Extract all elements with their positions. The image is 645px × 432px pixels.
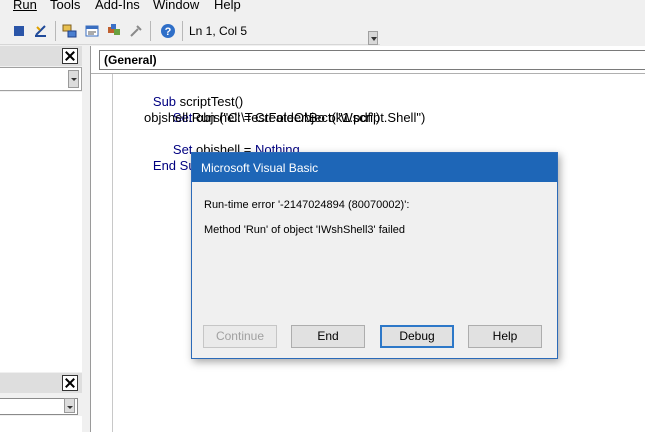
cursor-position: Ln 1, Col 5 [189,24,248,38]
chevron-down-icon[interactable] [64,398,75,413]
menu-bar: Run Tools Add-Ins Window Help [0,0,645,14]
runtime-error-dialog: Microsoft Visual Basic Run-time error '-… [191,152,558,359]
toolbar-separator [182,21,183,41]
object-browser-icon[interactable] [106,23,122,39]
project-pane-titlebar [0,46,82,66]
chevron-down-icon[interactable] [68,70,79,88]
properties-pane-titlebar [0,373,82,393]
menu-window-label: Window [153,0,200,12]
close-icon[interactable] [62,48,78,64]
dialog-titlebar[interactable]: Microsoft Visual Basic [192,153,557,182]
properties-grid[interactable] [0,416,82,432]
standard-toolbar: ? Ln 1, Col 5 [0,15,380,45]
toolbox-icon[interactable] [128,23,144,39]
menu-add-ins[interactable]: Add-Ins [95,0,140,13]
project-pane-combo[interactable] [0,67,82,91]
toolbar-separator [150,21,151,41]
error-code-text: Run-time error '-2147024894 (80070002)': [204,199,410,211]
stop-icon[interactable] [11,23,27,39]
project-tree[interactable] [0,92,82,372]
menu-run[interactable]: Run [13,0,37,13]
properties-window-icon[interactable] [84,23,100,39]
object-combo[interactable]: (General) [99,50,645,70]
help-icon[interactable]: ? [160,23,176,39]
close-icon[interactable] [62,375,78,391]
end-button[interactable]: End [291,325,365,348]
left-dock [0,46,82,432]
margin-indicator-bar[interactable] [91,74,113,432]
properties-object-combo[interactable] [0,398,78,415]
menu-tools-label: Tools [50,0,81,12]
menu-help-label: Help [214,0,241,12]
toolbar-options-chevron-icon[interactable] [368,31,378,45]
project-explorer-icon[interactable] [62,23,78,39]
object-combo-value: (General) [104,53,157,67]
continue-button[interactable]: Continue [203,325,277,348]
error-message-text: Method 'Run' of object 'IWshShell3' fail… [204,224,406,236]
menu-run-label: Run [13,0,37,12]
menu-help[interactable]: Help [214,0,241,13]
svg-text:?: ? [165,26,172,38]
menu-tools[interactable]: Tools [50,0,80,13]
toolbar-separator [55,21,56,41]
design-mode-icon[interactable] [33,23,49,39]
dialog-title: Microsoft Visual Basic [201,161,319,175]
code-line[interactable]: objshell.Run ("C:\TestFolder\Bo ok1.pdf"… [144,110,380,126]
help-button[interactable]: Help [468,325,542,348]
menu-add-ins-label: Add-Ins [95,0,140,12]
menu-window[interactable]: Window [153,0,199,13]
debug-button[interactable]: Debug [380,325,454,348]
